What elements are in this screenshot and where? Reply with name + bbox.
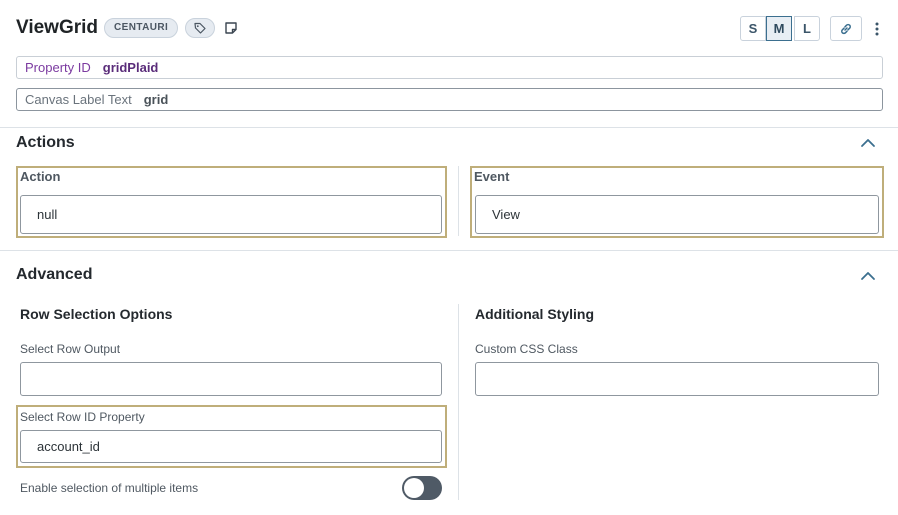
size-small-button[interactable]: S bbox=[740, 16, 766, 41]
canvas-label-value: grid bbox=[143, 92, 169, 107]
more-options-button[interactable] bbox=[869, 16, 885, 41]
action-select[interactable]: null bbox=[20, 195, 442, 234]
custom-css-input[interactable] bbox=[475, 362, 879, 396]
row-selection-title: Row Selection Options bbox=[20, 306, 173, 322]
property-id-label: Property ID bbox=[25, 60, 91, 75]
canvas-label-label: Canvas Label Text bbox=[25, 92, 132, 107]
column-divider bbox=[458, 166, 459, 236]
size-medium-button[interactable]: M bbox=[766, 16, 792, 41]
select-row-id-input[interactable]: account_id bbox=[20, 430, 442, 463]
actions-section-title: Actions bbox=[16, 134, 75, 151]
event-label: Event bbox=[474, 169, 510, 184]
advanced-section-title: Advanced bbox=[16, 266, 93, 283]
custom-css-label: Custom CSS Class bbox=[475, 342, 578, 356]
select-row-output-label: Select Row Output bbox=[20, 342, 121, 356]
environment-badge: CENTAURI bbox=[104, 18, 179, 38]
chevron-up-icon bbox=[861, 139, 875, 147]
link-button[interactable] bbox=[830, 16, 862, 41]
property-id-field[interactable]: Property ID gridPlaid bbox=[16, 56, 883, 79]
canvas-label-field[interactable]: Canvas Label Text grid bbox=[16, 88, 883, 111]
additional-styling-title: Additional Styling bbox=[475, 306, 594, 322]
note-icon bbox=[225, 22, 237, 34]
notes-button[interactable] bbox=[222, 18, 240, 38]
component-title: ViewGrid bbox=[16, 17, 99, 38]
property-id-value: gridPlaid bbox=[102, 60, 159, 75]
select-row-id-label: Select Row ID Property bbox=[20, 410, 145, 424]
tag-button[interactable] bbox=[185, 18, 215, 38]
size-large-button[interactable]: L bbox=[794, 16, 820, 41]
action-label: Action bbox=[20, 169, 61, 184]
section-divider bbox=[0, 127, 898, 128]
select-row-output-input[interactable] bbox=[20, 362, 442, 396]
link-icon bbox=[841, 23, 851, 34]
section-divider bbox=[0, 250, 898, 251]
collapse-advanced-button[interactable] bbox=[859, 269, 877, 287]
more-vertical-icon bbox=[875, 22, 879, 35]
collapse-actions-button[interactable] bbox=[859, 136, 877, 154]
toggle-knob bbox=[404, 478, 424, 498]
chevron-up-icon bbox=[861, 272, 875, 280]
column-divider bbox=[458, 304, 459, 500]
tag-icon bbox=[194, 22, 206, 34]
multi-select-label: Enable selection of multiple items bbox=[20, 481, 199, 495]
event-select[interactable]: View bbox=[475, 195, 879, 234]
